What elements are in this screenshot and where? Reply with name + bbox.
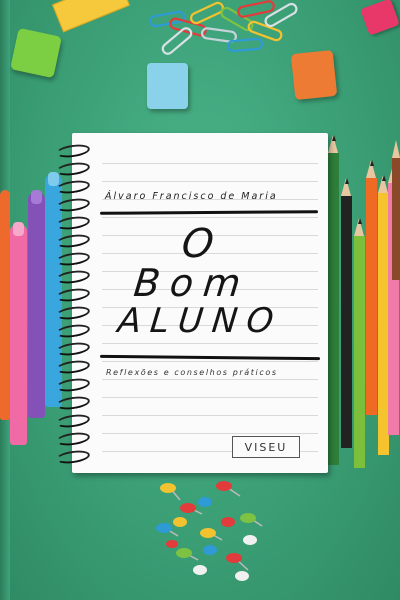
pink-marker-icon (10, 225, 27, 445)
brown-pencil-icon (392, 140, 400, 280)
sharpener-icon (360, 0, 400, 36)
title-line-3: Aluno (115, 301, 285, 341)
orange-marker-icon (0, 190, 10, 420)
green-eraser-icon (10, 27, 62, 79)
title-underline (99, 354, 321, 361)
book-cover: Álvaro Francisco de Maria O Bom Aluno Re… (0, 0, 400, 600)
title-line-2: Bom (131, 261, 253, 305)
green-pencil-icon (328, 135, 339, 465)
paper-clips-icon (149, 0, 298, 55)
purple-marker-cap (31, 190, 42, 204)
blue-marker-cap (48, 172, 59, 186)
black-pencil-icon (341, 178, 352, 448)
pink-marker-cap (13, 222, 24, 236)
publisher-logo: VISEU (232, 436, 300, 458)
author-underline (99, 210, 319, 215)
author-name: Álvaro Francisco de Maria (105, 191, 278, 202)
lime-pencil-icon (354, 218, 365, 468)
blue-eraser-icon (147, 63, 188, 109)
orange-pencil-icon (366, 160, 377, 415)
subtitle: Reflexões e conselhos práticos (106, 368, 278, 377)
purple-marker-icon (28, 193, 45, 418)
ruler-icon (52, 0, 130, 33)
push-pins-icon (156, 481, 263, 581)
spiral-notebook: Álvaro Francisco de Maria O Bom Aluno Re… (55, 133, 328, 473)
